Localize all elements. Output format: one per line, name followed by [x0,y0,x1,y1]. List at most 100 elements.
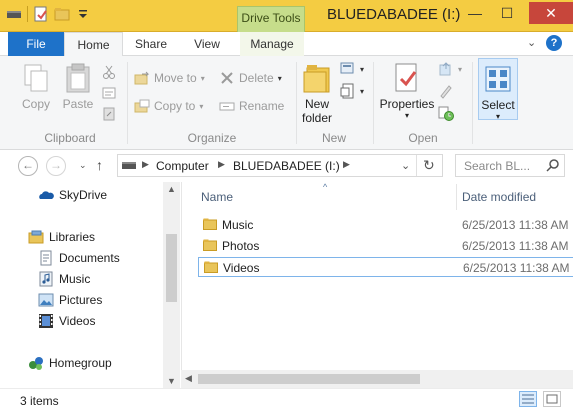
new-folder-icon [301,62,333,94]
search-placeholder: Search BL... [464,159,531,173]
pictures-icon [38,292,54,308]
back-button[interactable]: ← [18,156,38,176]
minimize-button[interactable]: — [462,2,488,24]
rename-button[interactable]: Rename [219,98,284,114]
group-label-clipboard: Clipboard [44,131,96,145]
file-list-horizontal-scrollbar[interactable]: ◀ [181,370,573,388]
column-separator[interactable] [456,184,457,210]
nav-item-videos[interactable]: Videos [38,312,95,330]
drive-tools-context-tab[interactable]: Drive Tools [237,6,305,32]
tab-home[interactable]: Home [64,32,123,57]
file-row[interactable]: Music 6/25/2013 11:38 AM [198,215,573,235]
scroll-left-arrow-icon[interactable]: ◀ [185,373,192,384]
large-icons-view-button[interactable] [543,391,561,407]
file-name: Photos [222,239,260,253]
tab-manage[interactable]: Manage [240,32,304,56]
easy-access-icon [340,83,356,99]
move-to-icon [134,70,150,86]
copy-path-icon [101,85,117,101]
title-bar: Drive Tools BLUEDABADEE (I:) — ☐ ✕ [0,0,573,32]
select-button[interactable]: Select ▾ [478,58,518,121]
paste-label: Paste [62,97,94,111]
breadcrumb-separator-icon[interactable]: ▶ [218,159,225,170]
music-icon [38,271,54,287]
customize-toolbar-chevron-icon[interactable] [75,6,91,22]
copy-label: Copy [21,97,50,111]
copy-to-button[interactable]: Copy to ▾ [134,98,203,114]
drive-icon [6,6,22,22]
scrollbar-thumb[interactable] [166,234,177,302]
tab-view[interactable]: View [186,32,228,56]
paste-shortcut-button[interactable] [101,106,117,122]
file-row[interactable]: Photos 6/25/2013 11:38 AM [198,236,573,256]
file-name: Music [222,218,254,232]
new-item-button[interactable]: ▾ [340,61,364,77]
address-field[interactable]: ▶ Computer ▶ BLUEDABADEE (I:) ▶ ⌄ ↻ [117,154,443,177]
breadcrumb-separator-icon[interactable]: ▶ [142,159,149,170]
up-button[interactable]: ↑ [96,157,103,173]
address-dropdown-chevron-icon[interactable]: ⌄ [401,159,410,172]
column-header-date-modified[interactable]: Date modified [462,190,536,204]
forward-button[interactable]: → [46,156,66,176]
help-icon[interactable]: ? [546,35,562,51]
documents-icon [38,250,54,266]
copy-icon [20,62,52,94]
sort-ascending-icon: ^ [323,182,328,192]
nav-item-homegroup[interactable]: Homegroup [28,354,112,372]
properties-label: Properties [379,97,435,111]
nav-item-music[interactable]: Music [38,270,90,288]
new-folder-icon[interactable] [54,6,70,22]
close-button[interactable]: ✕ [529,2,573,24]
nav-label-libraries: Libraries [49,230,96,244]
breadcrumb-drive[interactable]: BLUEDABADEE (I:) [233,159,340,173]
folder-icon [203,218,217,230]
file-row-focused[interactable]: Videos 6/25/2013 11:38 AM [198,257,573,277]
nav-item-documents[interactable]: Documents [38,249,120,267]
scrollbar-thumb[interactable] [198,374,420,384]
copy-button[interactable]: Copy [16,62,56,111]
minimize-ribbon-chevron-icon[interactable]: ⌄ [527,36,536,49]
cut-button[interactable] [101,64,117,80]
easy-access-button[interactable]: ▾ [340,83,364,99]
delete-button[interactable]: Delete ▾ [219,70,282,86]
properties-icon[interactable] [33,6,49,22]
move-to-button[interactable]: Move to ▾ [134,70,205,86]
paste-shortcut-icon [101,106,117,122]
folder-icon [204,261,218,273]
group-label-open: Open [408,131,438,145]
breadcrumb-separator-icon[interactable]: ▶ [343,159,350,170]
libraries-icon [28,229,44,245]
open-button[interactable]: ▾ [438,61,462,77]
new-folder-label-line2: folder [301,111,333,125]
edit-button[interactable] [438,83,454,99]
properties-button[interactable]: Properties ▾ [378,62,436,120]
nav-item-pictures[interactable]: Pictures [38,291,102,309]
search-icon[interactable] [546,158,560,175]
refresh-button[interactable]: ↻ [423,157,435,174]
window-title: BLUEDABADEE (I:) [327,6,461,23]
breadcrumb-computer[interactable]: Computer [156,159,209,173]
tab-file[interactable]: File [8,32,64,56]
copy-path-button[interactable] [101,85,117,101]
new-folder-button[interactable]: New folder [298,62,336,125]
details-view-button[interactable] [519,391,537,407]
nav-item-skydrive[interactable]: SkyDrive [38,186,107,204]
tab-share[interactable]: Share [128,32,174,56]
address-bar-row: ← → ⌄ ↑ ▶ Computer ▶ BLUEDABADEE (I:) ▶ … [0,150,573,182]
scroll-up-arrow-icon[interactable]: ▲ [167,184,176,194]
file-list: ^ Name Date modified Music 6/25/2013 11:… [181,182,573,388]
maximize-button[interactable]: ☐ [494,2,520,24]
open-dropdown-icon: ▾ [458,64,463,74]
recent-locations-chevron-icon[interactable]: ⌄ [79,160,87,171]
scroll-down-arrow-icon[interactable]: ▼ [167,376,176,386]
ribbon: Copy Paste Clipboard Move to ▾ Copy to ▾… [0,56,573,150]
file-date: 6/25/2013 11:38 AM [462,218,569,232]
navigation-scrollbar[interactable]: ▲ ▼ [163,182,180,388]
nav-item-libraries[interactable]: Libraries [28,228,95,246]
search-field[interactable]: Search BL... [455,154,565,177]
paste-button[interactable]: Paste [58,62,98,111]
edit-pencil-icon [438,83,454,99]
file-name: Videos [223,261,260,275]
history-button[interactable] [438,105,454,121]
column-header-name[interactable]: Name [201,190,233,204]
